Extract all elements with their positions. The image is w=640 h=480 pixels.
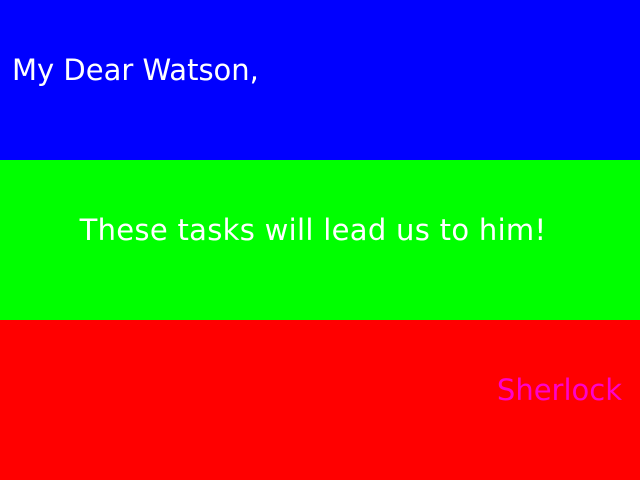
message-text: These tasks will lead us to him! <box>79 213 547 247</box>
signature-text: Sherlock <box>496 373 622 407</box>
top-band: My Dear Watson, <box>0 0 640 160</box>
middle-band: These tasks will lead us to him! <box>0 160 640 320</box>
greeting-text: My Dear Watson, <box>12 53 259 87</box>
bottom-band: Sherlock <box>0 320 640 480</box>
